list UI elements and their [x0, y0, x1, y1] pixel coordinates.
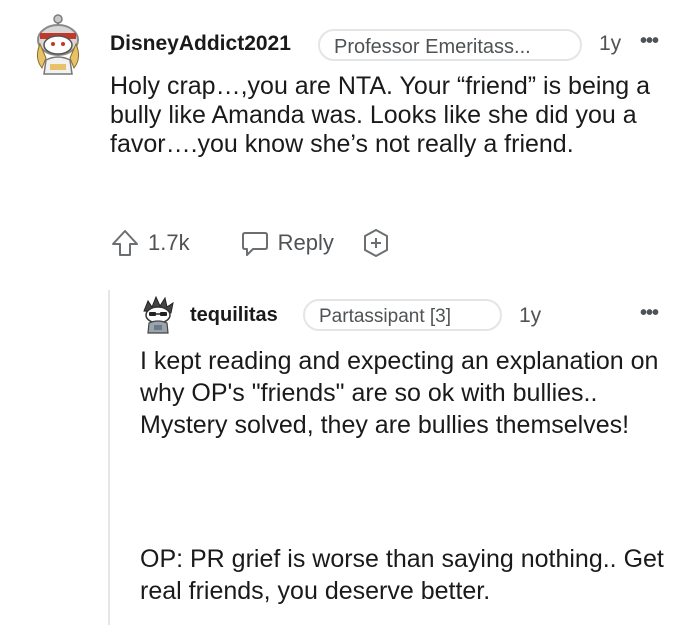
reply-bubble-icon	[241, 232, 268, 256]
reply-user-avatar[interactable]	[140, 295, 176, 335]
comment-username[interactable]: DisneyAddict2021	[110, 32, 291, 56]
thread-line[interactable]	[108, 290, 110, 625]
comment-actions: 1.7k Reply	[110, 226, 392, 260]
reply-label: Reply	[277, 230, 334, 255]
upvote-icon	[112, 230, 138, 256]
user-avatar[interactable]	[30, 14, 86, 76]
upvote-button[interactable]	[110, 228, 140, 258]
reply-body-paragraph-1: I kept reading and expecting an explanat…	[140, 347, 659, 439]
reply-body-paragraph-2: OP: PR grief is worse than saying nothin…	[140, 545, 664, 605]
award-icon	[363, 229, 388, 257]
more-options-icon[interactable]: •••	[640, 302, 659, 325]
snoo-avatar-icon	[143, 295, 174, 334]
reply-user-flair: Partassipant [3]	[303, 299, 502, 331]
award-button[interactable]	[360, 227, 392, 259]
comment-body: Holy crap…,you are NTA. Your “friend” is…	[110, 72, 651, 158]
reply-button[interactable]: Reply	[240, 228, 334, 258]
vote-count: 1.7k	[148, 230, 190, 255]
snoo-avatar-icon	[36, 14, 80, 75]
more-options-icon[interactable]: •••	[640, 30, 659, 53]
comment-age: 1y	[599, 32, 622, 55]
user-flair: Professor Emeritass...	[318, 29, 582, 61]
reply-age: 1y	[519, 304, 542, 327]
reply-username[interactable]: tequilitas	[190, 304, 278, 327]
